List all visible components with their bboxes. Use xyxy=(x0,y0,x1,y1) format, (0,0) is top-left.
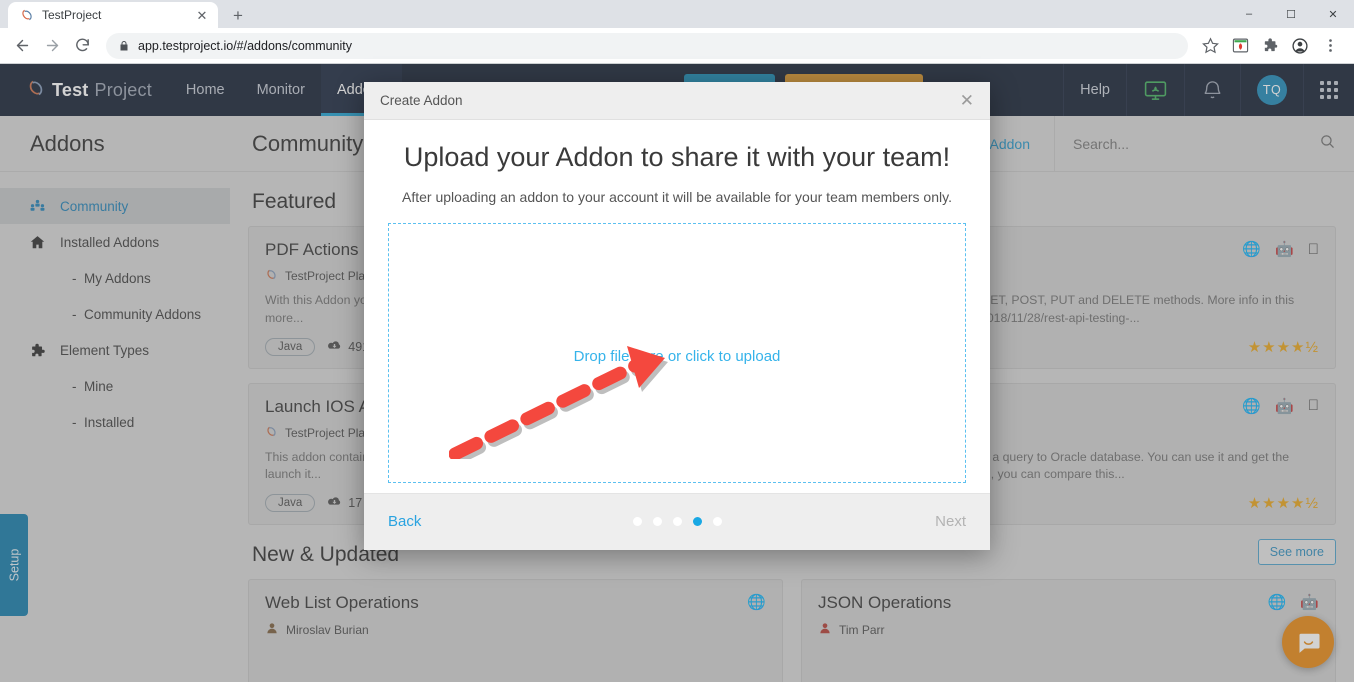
browser-tab-title: TestProject xyxy=(42,8,102,22)
new-tab-button[interactable]: + xyxy=(224,2,252,28)
create-addon-modal: Create Addon ✕ Upload your Addon to shar… xyxy=(364,82,990,550)
testproject-favicon xyxy=(20,8,34,22)
profile-icon[interactable] xyxy=(1286,32,1314,60)
modal-header: Create Addon ✕ xyxy=(364,82,990,120)
close-window-icon[interactable]: ✕ xyxy=(1312,0,1354,28)
maximize-icon[interactable]: ☐ xyxy=(1270,0,1312,28)
app-root: TestProject Home Monitor Addons Reports … xyxy=(0,64,1354,682)
step-indicator xyxy=(364,517,990,527)
browser-toolbar: app.testproject.io/#/addons/community xyxy=(0,28,1354,64)
toolbar-right-icons xyxy=(1196,32,1346,60)
next-button[interactable]: Next xyxy=(935,513,966,530)
browser-tab[interactable]: TestProject ✕ xyxy=(8,2,218,28)
modal-subheading: After uploading an addon to your account… xyxy=(402,188,952,205)
file-dropzone[interactable]: Drop file here or click to upload xyxy=(388,222,966,483)
step-dot-4[interactable] xyxy=(692,517,702,527)
window-controls: – ☐ ✕ xyxy=(1228,0,1354,28)
modal-heading: Upload your Addon to share it with your … xyxy=(403,141,951,172)
back-button[interactable]: Back xyxy=(388,513,421,530)
extension-icon[interactable] xyxy=(1226,32,1254,60)
close-icon[interactable]: ✕ xyxy=(960,92,974,109)
lock-icon xyxy=(118,40,130,52)
address-bar[interactable]: app.testproject.io/#/addons/community xyxy=(106,32,1188,59)
red-dashed-arrow-icon xyxy=(448,344,679,465)
address-bar-url: app.testproject.io/#/addons/community xyxy=(138,38,353,53)
puzzle-icon[interactable] xyxy=(1256,32,1284,60)
modal-footer: Back Next xyxy=(364,492,990,550)
minimize-icon[interactable]: – xyxy=(1228,0,1270,28)
more-menu-icon[interactable] xyxy=(1316,32,1344,60)
back-arrow-icon[interactable] xyxy=(8,32,36,60)
modal-title: Create Addon xyxy=(380,92,463,108)
reload-icon[interactable] xyxy=(68,32,96,60)
step-dot-3[interactable] xyxy=(672,517,682,527)
star-icon[interactable] xyxy=(1196,32,1224,60)
step-dot-5[interactable] xyxy=(712,517,722,527)
step-dot-1[interactable] xyxy=(632,517,642,527)
close-icon[interactable]: ✕ xyxy=(194,7,210,23)
browser-tab-strip: TestProject ✕ + – ☐ ✕ xyxy=(0,0,1354,28)
forward-arrow-icon[interactable] xyxy=(38,32,66,60)
modal-body: Upload your Addon to share it with your … xyxy=(364,120,990,493)
step-dot-2[interactable] xyxy=(652,517,662,527)
